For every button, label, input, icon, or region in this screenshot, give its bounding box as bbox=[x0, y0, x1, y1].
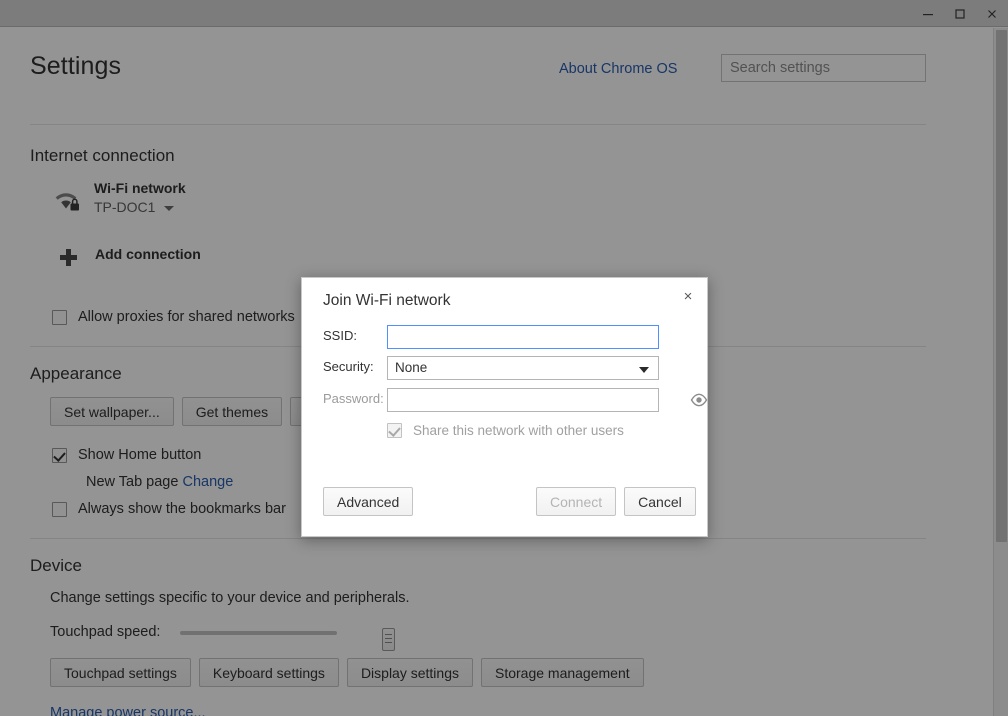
join-wifi-dialog: Join Wi-Fi network × SSID: Security: Non… bbox=[301, 277, 708, 537]
security-field-row: Security: None bbox=[323, 356, 688, 380]
connect-button: Connect bbox=[536, 487, 617, 516]
eye-icon[interactable] bbox=[689, 390, 709, 410]
security-label: Security: bbox=[323, 359, 374, 374]
browser-window: Settings About Chrome OS Internet connec… bbox=[0, 0, 1008, 716]
ssid-field-row: SSID: bbox=[323, 325, 688, 349]
ssid-label: SSID: bbox=[323, 328, 357, 343]
security-selected-value: None bbox=[395, 360, 428, 375]
password-input[interactable] bbox=[387, 388, 659, 412]
share-network-label: Share this network with other users bbox=[413, 423, 624, 438]
security-select[interactable]: None bbox=[387, 356, 659, 380]
share-network-row: Share this network with other users bbox=[387, 423, 624, 438]
close-icon[interactable]: × bbox=[677, 285, 699, 307]
ssid-input[interactable] bbox=[387, 325, 659, 349]
share-network-checkbox bbox=[387, 423, 402, 438]
cancel-button[interactable]: Cancel bbox=[624, 487, 696, 516]
dialog-left-buttons: Advanced bbox=[323, 487, 414, 516]
dialog-right-buttons: Connect Cancel bbox=[536, 487, 696, 516]
chevron-down-icon bbox=[639, 367, 649, 373]
password-label: Password: bbox=[323, 391, 384, 406]
password-field-row: Password: bbox=[323, 388, 711, 412]
dialog-title: Join Wi-Fi network bbox=[323, 292, 451, 309]
advanced-button[interactable]: Advanced bbox=[323, 487, 414, 516]
